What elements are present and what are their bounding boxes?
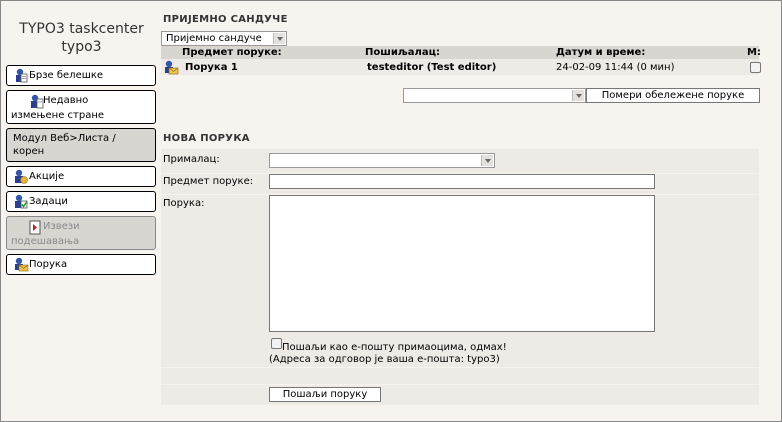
col-mark: M: (747, 47, 761, 58)
sidebar-item-web-list[interactable]: Модул Веб>Листа / корен (6, 128, 156, 162)
sidebar-item-message[interactable]: Порука (6, 254, 156, 275)
send-email-label: Пошаљи као е-пошту примаоцима, одмах! (282, 342, 507, 353)
app-title: TYPO3 taskcenter typo3 (6, 20, 157, 56)
message-date: 24-02-09 11:44 (0 мин) (556, 62, 675, 73)
divider (161, 367, 759, 368)
move-target-select[interactable] (403, 88, 586, 103)
message-textarea-value (270, 196, 273, 207)
move-marked-button[interactable]: Помери обележене поруке (586, 88, 760, 103)
sidebar: TYPO3 taskcenter typo3 Брзе белешке Неда… (6, 20, 157, 279)
folder-select[interactable]: Пријемно сандуче (161, 31, 287, 46)
app-title-line1: TYPO3 taskcenter (19, 21, 144, 37)
send-message-button[interactable]: Пошаљи поруку (269, 387, 381, 402)
message-subject[interactable]: Порука 1 (185, 62, 238, 73)
export-icon (29, 220, 41, 235)
recent-pages-icon (31, 94, 44, 109)
message-mark-checkbox[interactable] (750, 62, 761, 73)
col-sender: Пошиљалац: (365, 47, 441, 58)
sidebar-item-recent-pages[interactable]: Недавно измењене стране (6, 90, 156, 124)
message-label: Порука: (163, 198, 205, 209)
inbox-title: ПРИЈЕМНО САНДУЧЕ (163, 14, 288, 25)
chevron-down-icon (572, 90, 584, 101)
reply-address-note: (Адреса за одговор је ваша е-пошта: typo… (269, 354, 500, 365)
notes-icon (16, 68, 28, 83)
sidebar-item-export-settings[interactable]: Извези подешавања (6, 216, 156, 250)
subject-input[interactable] (269, 174, 655, 189)
sidebar-item-label-line1: Модул Веб>Листа / (13, 133, 116, 144)
col-subject: Предмет поруке: (182, 47, 282, 58)
actions-icon (15, 169, 28, 184)
col-date: Датум и време: (556, 47, 646, 58)
envelope-icon (165, 60, 179, 75)
send-email-checkbox[interactable] (271, 338, 282, 349)
message-textarea[interactable] (269, 195, 655, 332)
sidebar-item-label-line2: подешавања (11, 236, 80, 247)
chevron-down-icon (273, 33, 285, 44)
sidebar-item-quick-notes[interactable]: Брзе белешке (6, 65, 156, 86)
sidebar-item-label: Порука (29, 259, 68, 270)
recipient-select[interactable] (269, 153, 495, 168)
sidebar-item-label: Брзе белешке (29, 70, 104, 81)
subject-label: Предмет поруке: (163, 176, 254, 187)
tasks-icon (15, 194, 28, 209)
app-title-line2: typo3 (61, 39, 102, 55)
compose-title: НОВА ПОРУКА (163, 133, 250, 144)
sidebar-item-label-line2: корен (13, 146, 45, 157)
sidebar-item-actions[interactable]: Акције (6, 166, 156, 187)
sidebar-item-label: Акције (29, 171, 65, 182)
sidebar-item-tasks[interactable]: Задаци (6, 191, 156, 212)
divider (161, 384, 759, 385)
folder-select-value: Пријемно сандуче (166, 33, 262, 44)
message-sender: testeditor (Test editor) (367, 62, 497, 73)
recipient-label: Прималац: (163, 154, 220, 165)
sidebar-item-label: Задаци (29, 196, 68, 207)
message-icon (15, 257, 29, 272)
chevron-down-icon (481, 155, 493, 166)
subject-input-value (270, 175, 273, 186)
